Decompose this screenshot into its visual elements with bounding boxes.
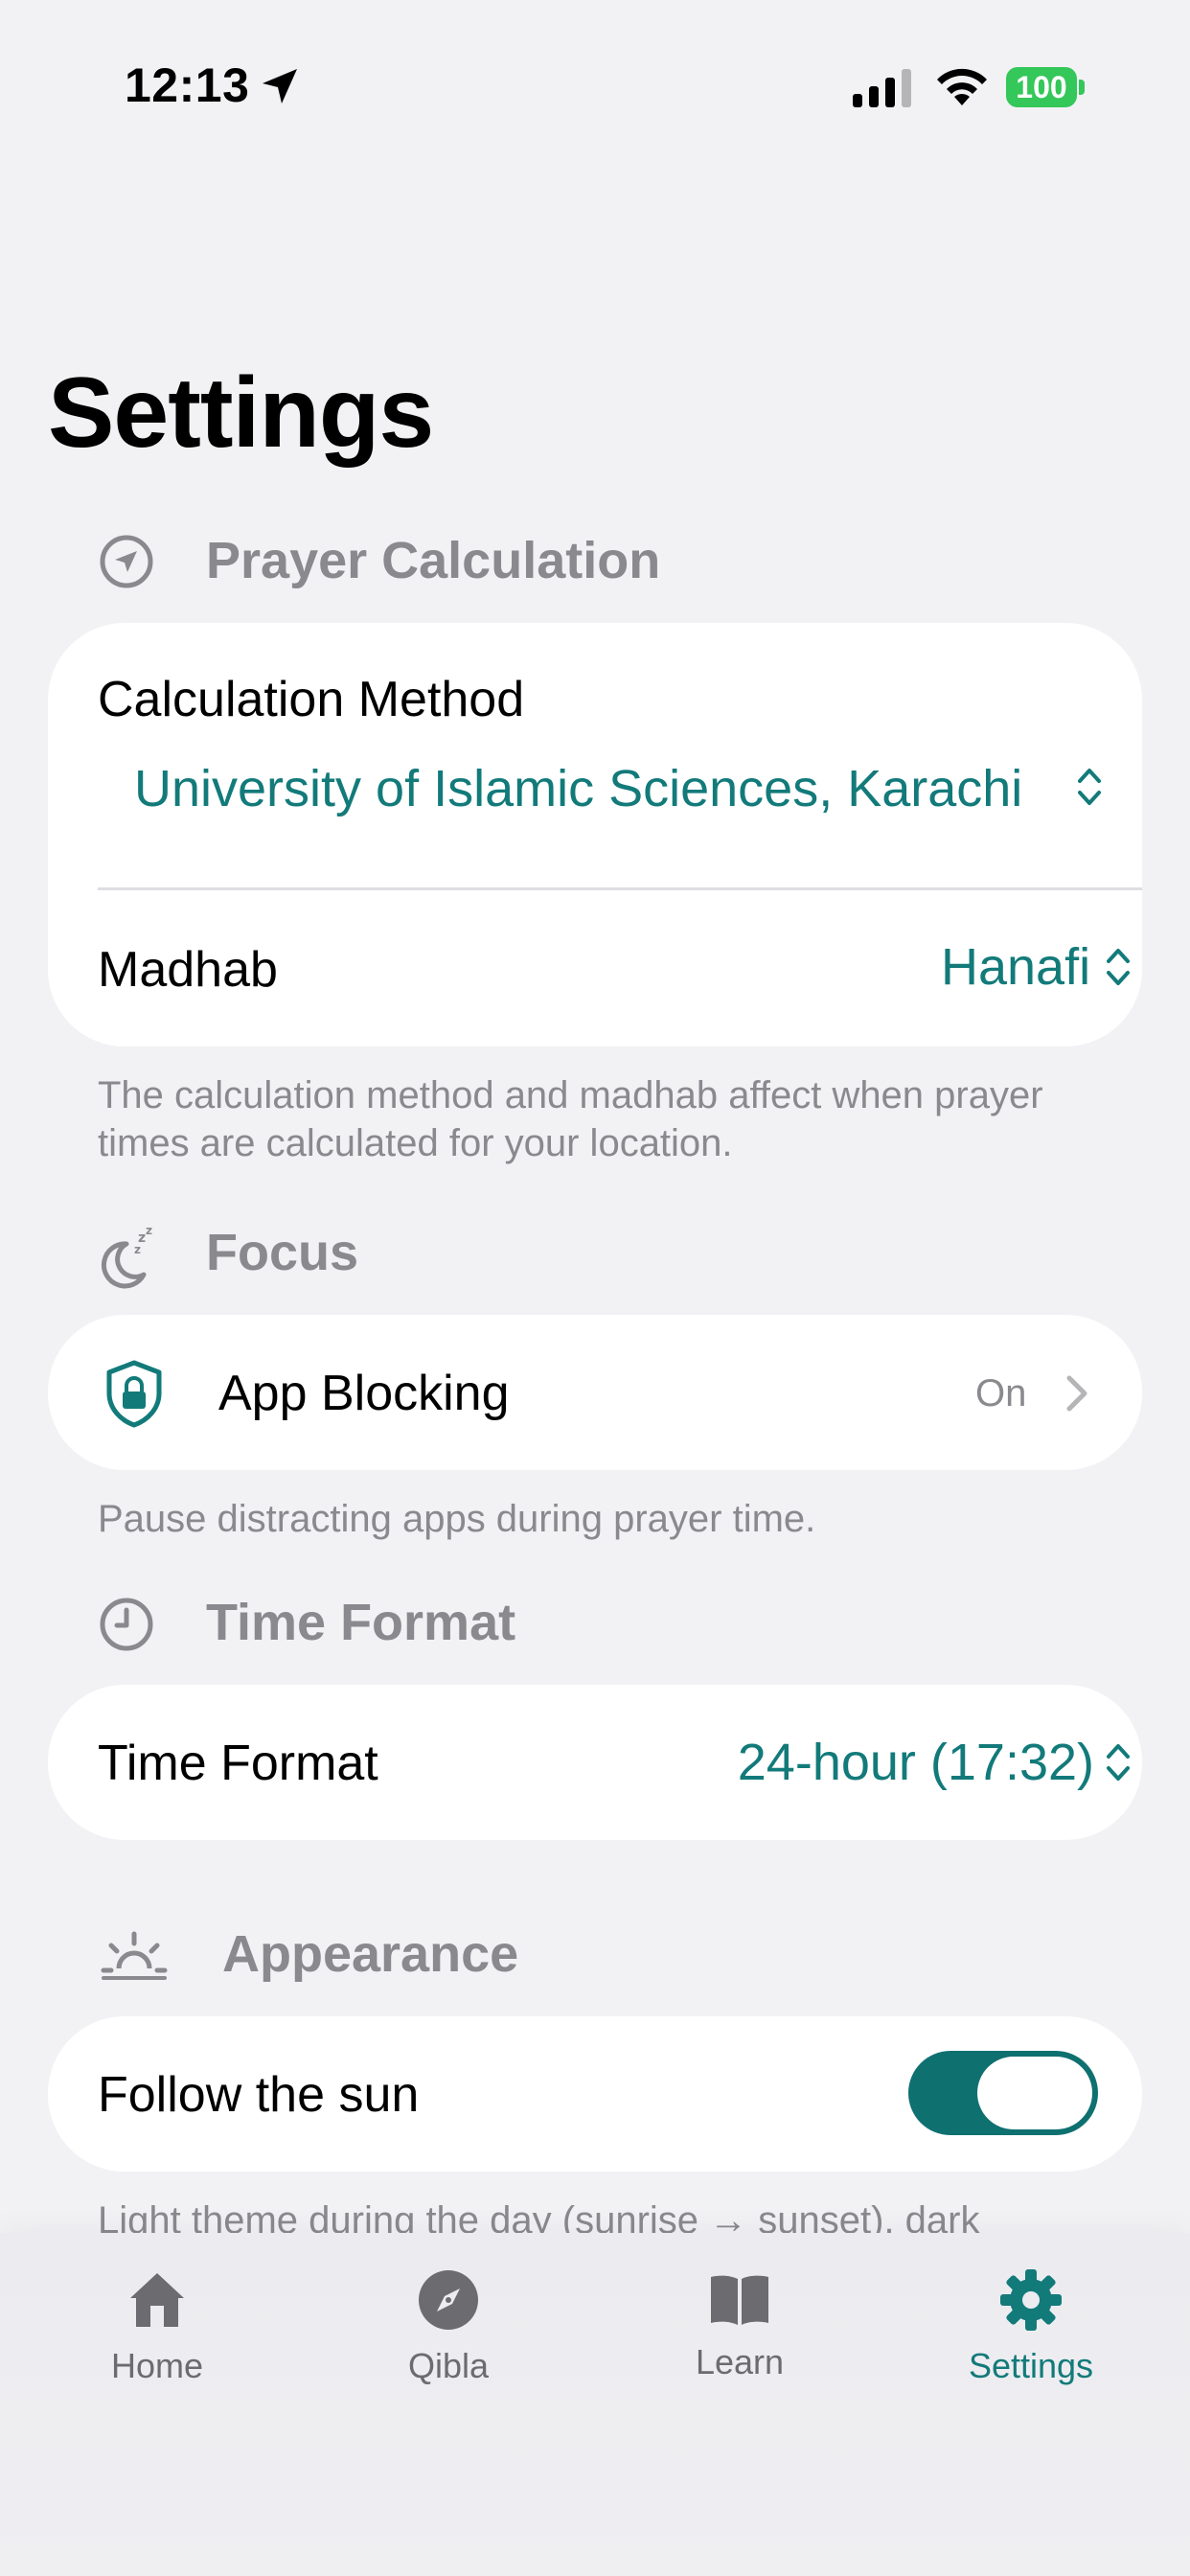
location-arrow-icon — [263, 69, 297, 104]
section-header-appearance: Appearance — [222, 1925, 519, 1983]
tab-label: Qibla — [407, 2346, 490, 2385]
calculation-method-value: University of Islamic Sciences, Karachi — [134, 760, 1023, 817]
app-blocking-label: App Blocking — [218, 1366, 510, 1421]
section-header-prayer-calculation: Prayer Calculation — [206, 532, 661, 589]
page-title: Settings — [48, 357, 434, 469]
tab-label: Settings — [968, 2346, 1094, 2385]
sunrise-icon — [101, 1931, 168, 1980]
moon-sleep-icon: z z z — [102, 1224, 152, 1289]
app-blocking-row[interactable]: App Blocking On — [48, 1315, 1142, 1470]
divider — [98, 887, 1142, 890]
calculation-method-picker[interactable]: University of Islamic Sciences, Karachi — [134, 759, 1102, 826]
tab-settings[interactable]: Settings — [926, 2233, 1136, 2425]
prayer-calculation-footnote: The calculation method and madhab affect… — [98, 1074, 1043, 1164]
app-blocking-status: On — [975, 1372, 1027, 1414]
tab-home[interactable]: Home — [52, 2233, 263, 2425]
book-icon — [711, 2275, 768, 2325]
clock-icon — [100, 1598, 153, 1651]
house-icon — [130, 2273, 184, 2327]
location-arrow-circle-icon — [100, 535, 153, 588]
toggle-knob — [977, 2057, 1092, 2129]
shield-lock-icon — [106, 1360, 162, 1428]
madhab-value: Hanafi — [941, 938, 1091, 996]
madhab-label: Madhab — [98, 942, 278, 998]
chevron-up-down-icon — [1078, 769, 1101, 805]
tab-bar: Home Qibla Learn Settings — [0, 2233, 1190, 2576]
svg-text:z: z — [146, 1224, 152, 1237]
cellular-signal-icon — [853, 69, 911, 107]
chevron-right-icon — [1066, 1375, 1087, 1412]
time-format-picker[interactable]: 24-hour (17:32) — [671, 1733, 1142, 1800]
follow-sun-label: Follow the sun — [98, 2067, 420, 2123]
gear-icon — [1000, 2269, 1062, 2331]
tab-label: Learn — [695, 2342, 785, 2381]
chevron-up-down-icon — [1107, 1744, 1130, 1781]
tab-learn[interactable]: Learn — [634, 2233, 845, 2425]
tab-qibla[interactable]: Qibla — [343, 2233, 554, 2425]
focus-footnote: Pause distracting apps during prayer tim… — [98, 1498, 816, 1540]
section-header-time-format: Time Format — [206, 1594, 516, 1651]
battery-tip — [1079, 80, 1085, 95]
chevron-up-down-icon — [1107, 949, 1130, 985]
wifi-icon — [937, 68, 987, 105]
prayer-calculation-card: Calculation Method University of Islamic… — [48, 623, 1142, 1046]
time-format-card: Time Format 24-hour (17:32) — [48, 1685, 1142, 1840]
battery-indicator: 100 — [1006, 67, 1085, 107]
time-format-label: Time Format — [98, 1736, 378, 1791]
follow-sun-toggle[interactable] — [908, 2051, 1098, 2135]
status-time: 12:13 — [125, 58, 250, 112]
tab-label: Home — [110, 2346, 204, 2385]
time-format-value: 24-hour (17:32) — [737, 1734, 1094, 1791]
compass-icon — [419, 2270, 478, 2330]
madhab-picker[interactable]: Hanafi — [891, 937, 1142, 1004]
calculation-method-label: Calculation Method — [98, 672, 525, 727]
section-header-focus: Focus — [206, 1224, 359, 1281]
svg-text:z: z — [134, 1243, 141, 1256]
battery-level: 100 — [1006, 67, 1077, 107]
